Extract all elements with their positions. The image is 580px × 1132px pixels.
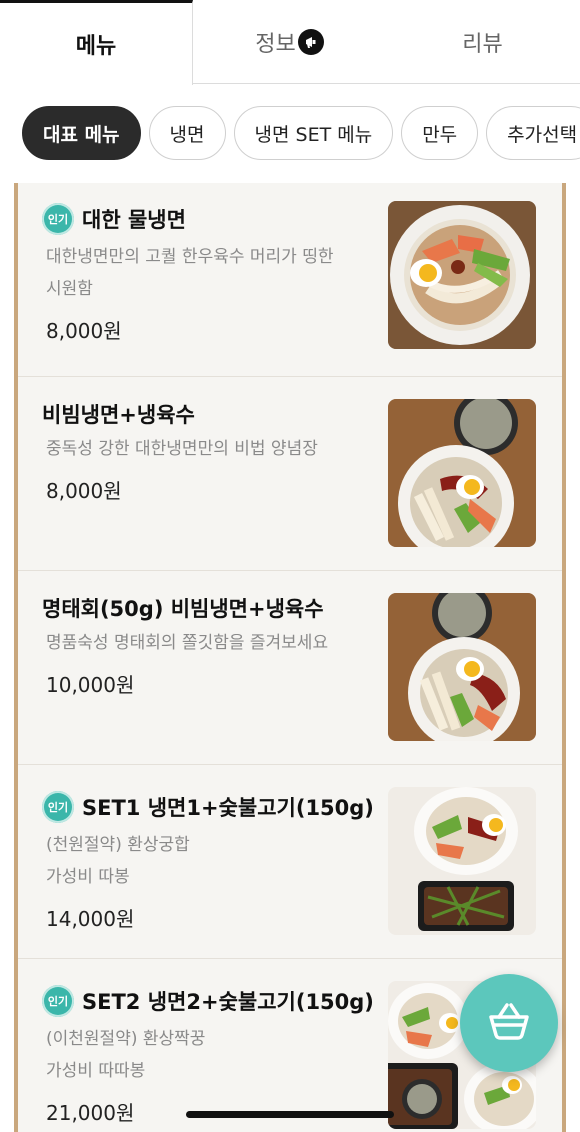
chip-extra-options[interactable]: 추가선택 (486, 106, 580, 160)
popular-badge: 인기 (42, 791, 74, 823)
menu-item[interactable]: 인기 SET1 냉면1+숯불고기(150g) (천원절약) 환상궁합 가성비 따… (18, 765, 562, 959)
description-line: 중독성 강한 대한냉면만의 비법 양념장 (46, 439, 318, 459)
menu-item-name: 명태회(50g) 비빔냉면+냉육수 (42, 597, 324, 621)
chip-signature-menu[interactable]: 대표 메뉴 (22, 106, 141, 160)
tab-bar: 메뉴 정보 리뷰 (0, 0, 580, 85)
description-line: 시원함 (46, 279, 93, 299)
menu-item-image (388, 201, 536, 349)
menu-item-name: 대한 물냉면 (82, 208, 186, 232)
tab-info[interactable]: 정보 (193, 0, 386, 84)
menu-item-name: 비빔냉면+냉육수 (42, 403, 195, 427)
menu-item-description: (천원절약) 환상궁합 가성비 따봉 (46, 829, 376, 893)
menu-item-title: 인기 SET2 냉면2+숯불고기(150g) (42, 985, 374, 1017)
home-indicator (186, 1111, 394, 1118)
description-line: (천원절약) 환상궁합 (46, 835, 190, 855)
chip-mandu[interactable]: 만두 (401, 106, 479, 160)
description-line: 명품숙성 명태회의 쫄깃함을 즐겨보세요 (46, 633, 329, 653)
menu-item-image (388, 787, 536, 935)
menu-item-price: 8,000원 (46, 479, 122, 503)
category-chip-bar: 대표 메뉴 냉면 냉면 SET 메뉴 만두 추가선택 (0, 106, 580, 160)
menu-item[interactable]: 명태회(50g) 비빔냉면+냉육수 명품숙성 명태회의 쫄깃함을 즐겨보세요 1… (18, 571, 562, 765)
menu-item-name: SET1 냉면1+숯불고기(150g) (82, 796, 374, 820)
menu-item-price: 8,000원 (46, 319, 122, 343)
menu-item[interactable]: 비빔냉면+냉육수 중독성 강한 대한냉면만의 비법 양념장 8,000원 (18, 377, 562, 571)
tab-label: 리뷰 (462, 32, 503, 57)
menu-item[interactable]: 인기 대한 물냉면 대한냉면만의 고퀄 한우육수 머리가 띵한 시원함 8,00… (18, 183, 562, 377)
popular-badge: 인기 (42, 985, 74, 1017)
tab-menu[interactable]: 메뉴 (0, 0, 193, 85)
popular-badge: 인기 (42, 203, 74, 235)
description-line: 가성비 따봉 (46, 867, 130, 887)
description-line: (이천원절약) 환상짝꿍 (46, 1029, 206, 1049)
basket-icon (485, 997, 533, 1049)
menu-item-name: SET2 냉면2+숯불고기(150g) (82, 990, 374, 1014)
description-line: 가성비 따따봉 (46, 1061, 146, 1081)
menu-item-price: 10,000원 (46, 673, 135, 697)
chip-naengmyeon[interactable]: 냉면 (148, 106, 226, 160)
chip-naengmyeon-set[interactable]: 냉면 SET 메뉴 (233, 106, 394, 160)
menu-item-description: 대한냉면만의 고퀄 한우육수 머리가 띵한 시원함 (46, 241, 376, 305)
menu-item-title: 비빔냉면+냉육수 (42, 399, 195, 429)
tab-review[interactable]: 리뷰 (386, 0, 579, 84)
menu-item-title: 인기 SET1 냉면1+숯불고기(150g) (42, 791, 374, 823)
description-line: 대한냉면만의 고퀄 한우육수 머리가 띵한 (46, 247, 334, 267)
cart-button[interactable] (460, 974, 558, 1072)
menu-item-description: 명품숙성 명태회의 쫄깃함을 즐겨보세요 (46, 627, 376, 659)
menu-item-image (388, 399, 536, 547)
megaphone-icon (297, 29, 324, 55)
menu-item-description: (이천원절약) 환상짝꿍 가성비 따따봉 (46, 1023, 376, 1087)
tab-label: 메뉴 (75, 34, 117, 59)
menu-item-price: 14,000원 (46, 907, 135, 931)
menu-item-description: 중독성 강한 대한냉면만의 비법 양념장 (46, 433, 376, 465)
menu-item-image (388, 593, 536, 741)
menu-item-title: 인기 대한 물냉면 (42, 203, 186, 235)
menu-item-title: 명태회(50g) 비빔냉면+냉육수 (42, 593, 324, 623)
tab-label: 정보 (255, 32, 296, 57)
menu-item-price: 21,000원 (46, 1101, 135, 1125)
